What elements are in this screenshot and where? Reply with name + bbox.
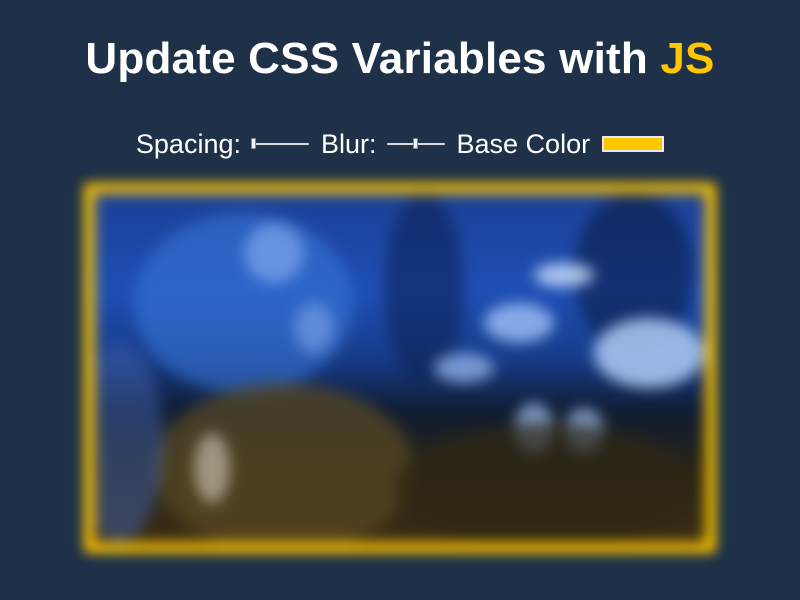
scene-bright-leaf	[434, 353, 494, 383]
page-title-highlight: JS	[660, 34, 715, 83]
scene-bright-leaf	[484, 303, 554, 343]
scene-figure	[194, 433, 230, 503]
spacing-slider-thumb[interactable]	[250, 138, 256, 149]
spacing-label: Spacing:	[135, 128, 241, 159]
page: Update CSS Variables with JS Spacing: Bl…	[0, 0, 800, 600]
base-color-picker[interactable]	[602, 136, 665, 152]
scene-left-shadow	[94, 343, 164, 543]
base-color-label: Base Color	[456, 128, 591, 159]
scene-bright-leaf	[594, 318, 704, 388]
scene-glow	[244, 223, 304, 283]
scene-glow	[294, 303, 334, 353]
spacing-slider-track	[250, 143, 309, 145]
scene-bright-leaf	[534, 263, 594, 287]
scene-light-blue	[134, 213, 354, 393]
page-title: Update CSS Variables with JS	[0, 34, 800, 84]
blurred-photo	[94, 193, 706, 543]
scene-ground	[154, 383, 414, 543]
blur-slider[interactable]	[386, 134, 445, 154]
blur-label: Blur:	[320, 128, 377, 159]
blur-slider-thumb[interactable]	[413, 138, 419, 149]
scene-ground	[394, 423, 694, 543]
controls-bar: Spacing: Blur: Base Color	[0, 124, 800, 164]
page-title-text: Update CSS Variables with	[85, 34, 661, 83]
spacing-slider[interactable]	[250, 134, 309, 154]
